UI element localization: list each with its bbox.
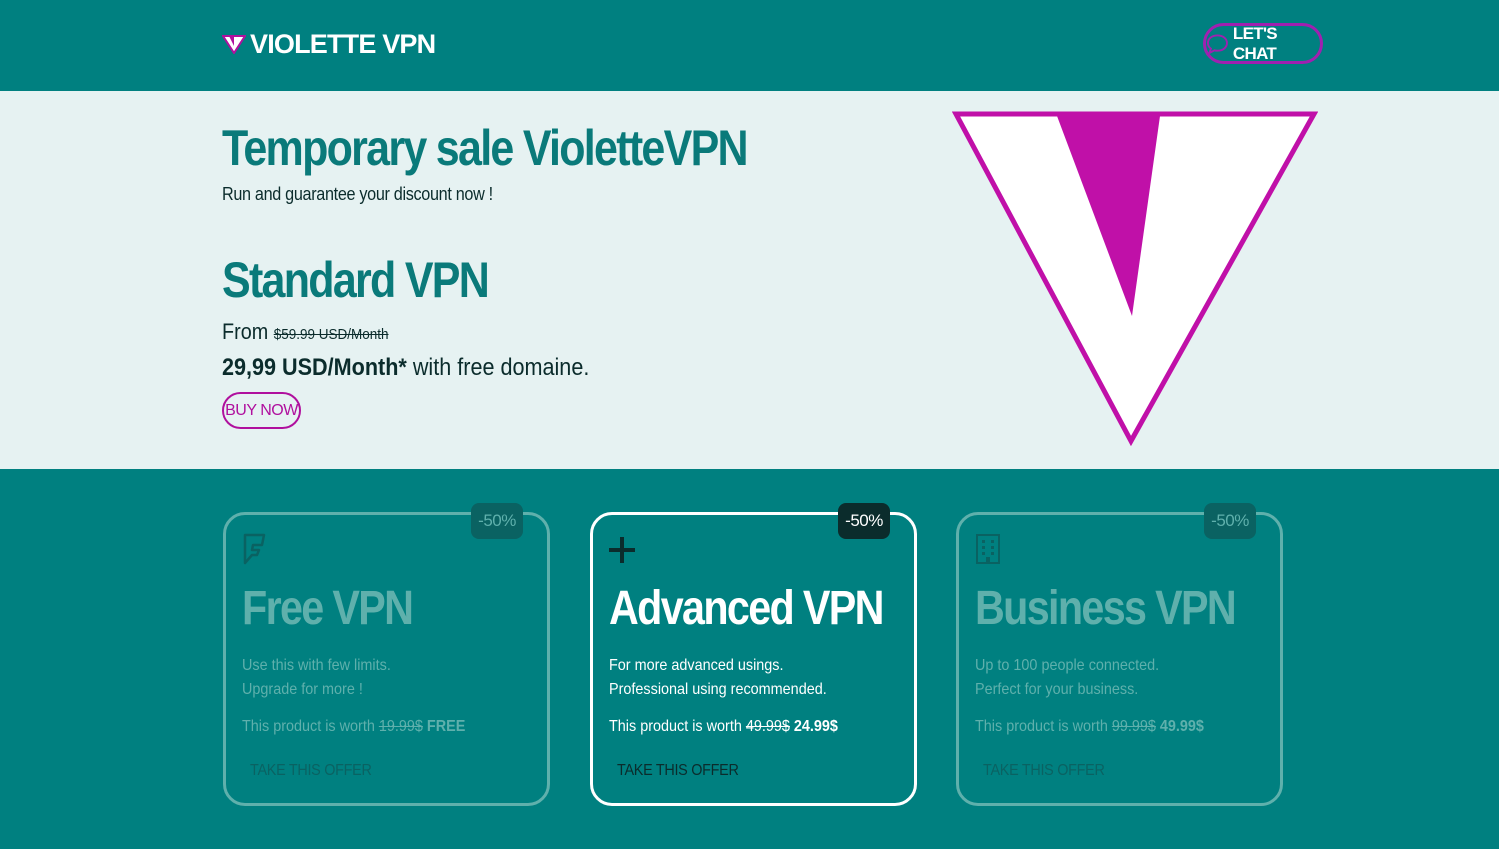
card-old-price: 99.99$ <box>1111 718 1156 735</box>
card-desc-line: Up to 100 people connected. <box>975 657 1160 674</box>
discount-badge: -50% <box>838 503 890 539</box>
chat-bubble-icon <box>1206 33 1228 55</box>
card-title: Free VPN <box>242 582 414 635</box>
violette-logo-icon <box>222 35 246 54</box>
take-offer-button[interactable]: TAKE THIS OFFER <box>983 762 1105 780</box>
card-old-price: 49.99$ <box>745 718 790 735</box>
discount-badge: -50% <box>471 503 523 539</box>
worth-label: This product is worth <box>975 718 1112 735</box>
top-navbar: VIOLETTE VPN LET'S CHAT <box>0 0 1499 91</box>
from-price-line: From $59.99 USD/Month <box>222 319 389 345</box>
old-price: $59.99 USD/Month <box>273 326 389 343</box>
card-new-price: 24.99$ <box>789 718 838 735</box>
foursquare-icon <box>243 533 266 565</box>
plus-icon <box>609 537 635 563</box>
hero-section: Temporary sale VioletteVPN Run and guara… <box>0 91 1499 469</box>
brand-name: VIOLETTE VPN <box>250 28 436 59</box>
buy-now-button[interactable]: BUY NOW <box>222 392 301 429</box>
current-price-line: 29,99 USD/Month* with free domaine. <box>222 354 589 382</box>
worth-label: This product is worth <box>242 718 379 735</box>
hero-title: Temporary sale VioletteVPN <box>222 120 749 176</box>
card-description: For more advanced usings. Professional u… <box>609 654 827 702</box>
lets-chat-label: LET'S CHAT <box>1232 23 1278 63</box>
card-desc-line: Upgrade for more ! <box>242 681 363 698</box>
brand-logo[interactable]: VIOLETTE VPN <box>222 26 436 62</box>
card-worth: This product is worth 99.99$ 49.99$ <box>975 718 1204 736</box>
card-title: Advanced VPN <box>609 582 884 635</box>
take-offer-button[interactable]: TAKE THIS OFFER <box>617 762 739 780</box>
card-desc-line: For more advanced usings. <box>609 657 784 674</box>
lets-chat-button[interactable]: LET'S CHAT <box>1203 23 1323 64</box>
from-label: From <box>222 319 269 344</box>
card-description: Use this with few limits. Upgrade for mo… <box>242 654 391 702</box>
hero-subtitle: Run and guarantee your discount now ! <box>222 184 493 204</box>
discount-badge: -50% <box>1204 503 1256 539</box>
card-desc-line: Professional using recommended. <box>609 681 827 698</box>
card-worth: This product is worth 19.99$ FREE <box>242 718 465 736</box>
card-new-price: 49.99$ <box>1155 718 1204 735</box>
current-price: 29,99 USD/Month* <box>222 354 407 381</box>
card-desc-line: Use this with few limits. <box>242 657 391 674</box>
plan-title: Standard VPN <box>222 252 490 308</box>
card-title: Business VPN <box>975 582 1237 635</box>
card-free-vpn: -50% Free VPN Use this with few limits. … <box>223 503 550 806</box>
card-description: Up to 100 people connected. Perfect for … <box>975 654 1159 702</box>
price-suffix: with free domaine. <box>406 354 590 381</box>
card-advanced-vpn: -50% Advanced VPN For more advanced usin… <box>590 503 917 806</box>
card-worth: This product is worth 49.99$ 24.99$ <box>609 718 838 736</box>
card-desc-line: Perfect for your business. <box>975 681 1139 698</box>
card-new-price: FREE <box>422 718 466 735</box>
building-icon <box>976 534 1000 564</box>
card-business-vpn: -50% Business VPN Up to 100 people conne… <box>956 503 1283 806</box>
take-offer-button[interactable]: TAKE THIS OFFER <box>250 762 372 780</box>
violette-v-logo-icon <box>952 111 1318 446</box>
card-old-price: 19.99$ <box>378 718 423 735</box>
worth-label: This product is worth <box>609 718 746 735</box>
